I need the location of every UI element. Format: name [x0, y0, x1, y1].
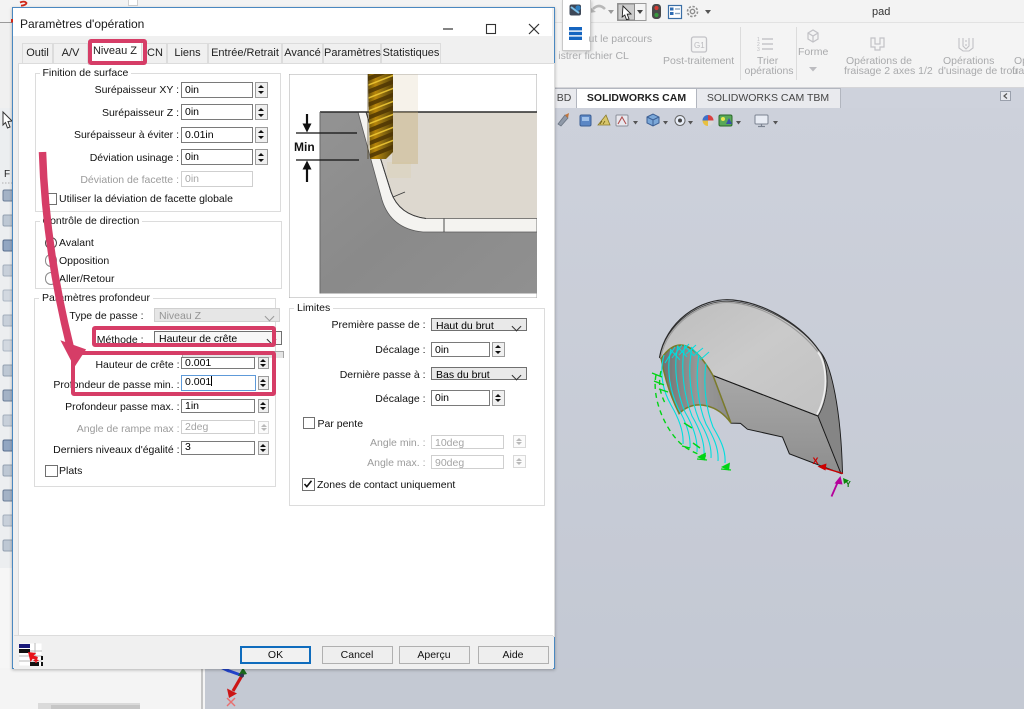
- svg-text:3: 3: [757, 47, 760, 52]
- svg-text:pad: pad: [872, 6, 890, 18]
- svg-text:G1: G1: [694, 41, 705, 50]
- svg-text:F: F: [4, 169, 10, 180]
- svg-text:X: X: [813, 456, 819, 466]
- svg-text:Min: Min: [294, 140, 315, 154]
- svg-text:Y: Y: [846, 480, 852, 489]
